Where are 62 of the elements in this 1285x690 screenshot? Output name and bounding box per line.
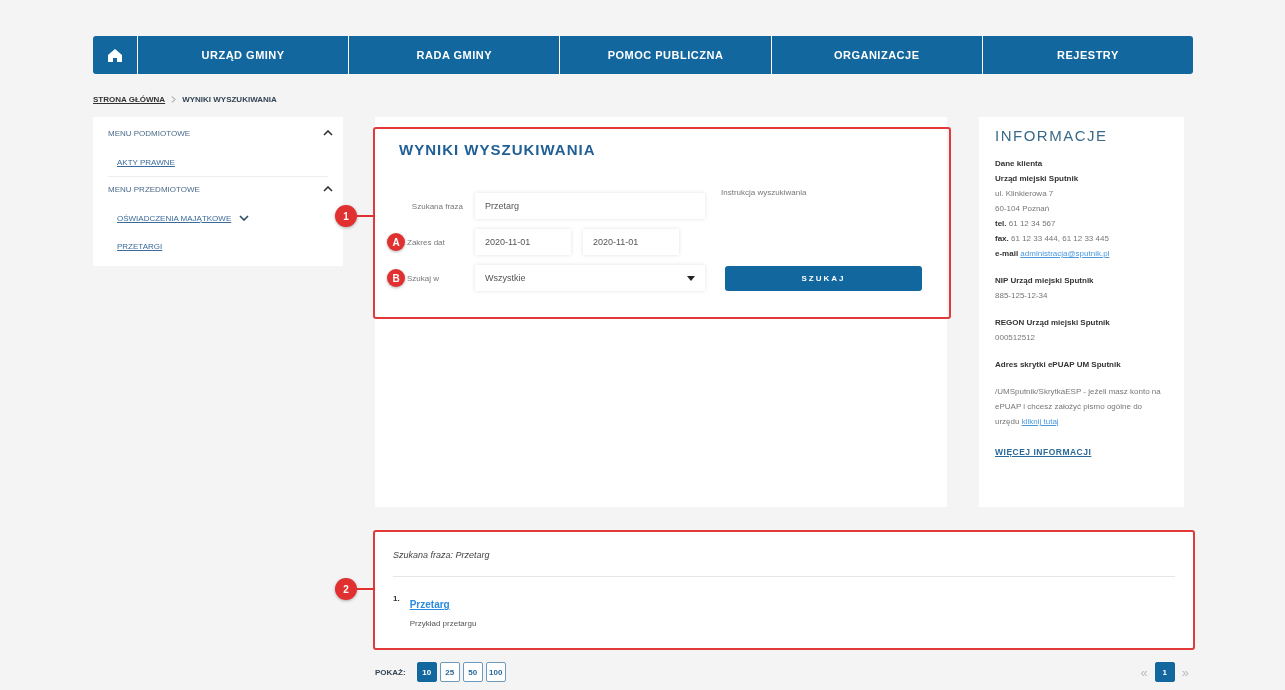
info-heading: NIP Urząd miejski Sputnik [995,275,1095,287]
breadcrumb-current: WYNIKI WYSZUKIWANIA [182,94,277,104]
menu-section-header[interactable]: MENU PRZEDMIOTOWE [93,177,343,204]
menu-link[interactable]: PRZETARGI [117,241,163,251]
info-title: INFORMACJE [995,127,1109,144]
dropdown-value: Wszystkie [485,273,526,283]
info-heading: Dane klienta [995,158,1044,170]
info-heading: REGON Urząd miejski Sputnik [995,317,1111,329]
field-label: Szukana fraza [410,201,463,211]
caret-down-icon [687,275,695,281]
nav-link[interactable]: REJESTRY [982,36,1193,74]
page-title: WYNIKI WYSZUKIWANIA [399,141,597,158]
menu-section-header[interactable]: MENU PODMIOTOWE [93,121,343,148]
annotation-marker: 2 [335,578,357,600]
info-heading: Urząd miejski Sputnik [995,173,1080,185]
date-field[interactable]: 2020-11-01 [583,229,679,255]
info-text: ul. Klinkierowa 7 [995,188,1055,200]
menu-section-title: MENU PODMIOTOWE [108,128,191,138]
page-size-button[interactable]: 25 [439,662,460,682]
nav-link[interactable]: URZĄD GMINY [138,36,350,74]
search-query: Szukana fraza: Przetarg [393,532,1175,577]
info-text: e-mail administracja@sputnik.pl [995,248,1111,260]
nav-link[interactable]: POMOC PUBLICZNA [560,36,772,74]
info-text: fax. 61 12 33 444, 61 12 33 445 [995,233,1110,245]
chevron-right-icon [171,95,177,103]
chevron-down-icon [239,215,250,221]
chevron-up-icon [323,186,333,192]
result-description: Przykład przetargu [409,619,477,628]
result-number: 1. [393,594,400,605]
info-link[interactable]: administracja@sputnik.pl [1020,249,1110,258]
menu-link[interactable]: OŚWIADCZENIA MAJĄTKOWE [117,213,232,223]
chevron-up-icon [323,130,333,136]
info-text: tel. 61 12 34 567 [995,218,1057,230]
page-size-label: POKAŻ: [375,667,406,677]
annotation-marker: A [387,233,405,251]
nav-link[interactable]: ORGANIZACJE [771,36,983,74]
result-link[interactable]: Przetarg [409,599,450,610]
field-label: Szukaj w [407,273,439,283]
info-text: 60-104 Poznań [995,203,1051,215]
page-size-button[interactable]: 10 [416,662,437,682]
menu-section-title: MENU PRZEDMIOTOWE [108,184,200,194]
annotation-marker: 1 [335,205,357,227]
page-button[interactable]: 1 [1154,662,1175,682]
nav-link[interactable]: RADA GMINY [349,36,561,74]
date-field[interactable]: 2020-11-01 [475,229,571,255]
annotation-marker: B [387,269,405,287]
info-text: 885-125-12-34 [995,290,1049,302]
search-button[interactable]: SZUKAJ [725,265,922,291]
info-heading: Adres skrytki ePUAP UM Sputnik [995,359,1122,371]
dropdown[interactable]: Wszystkie [475,265,705,291]
breadcrumb-link[interactable]: STRONA GŁÓWNA [93,94,166,104]
home-icon [108,48,122,62]
page-size-button[interactable]: 100 [485,662,506,682]
info-link[interactable]: kliknij tutaj [1021,417,1059,426]
info-text: /UMSputnik/SkrytkaESP - jeżeli masz konto na ePUAP i chcesz założyć pismo ogólne do urzędu kliknij tutaj [995,386,1162,428]
help-link[interactable]: Instrukcja wyszukiwania [721,188,807,197]
menu-link[interactable]: AKTY PRAWNE [117,157,175,167]
more-info-link[interactable]: WIĘCEJ INFORMACJI [995,447,1092,457]
page-size-button[interactable]: 50 [462,662,483,682]
field-label: Zakres dat [407,237,445,247]
input-field[interactable]: Przetarg [475,193,705,219]
info-text: 000512512 [995,332,1037,344]
